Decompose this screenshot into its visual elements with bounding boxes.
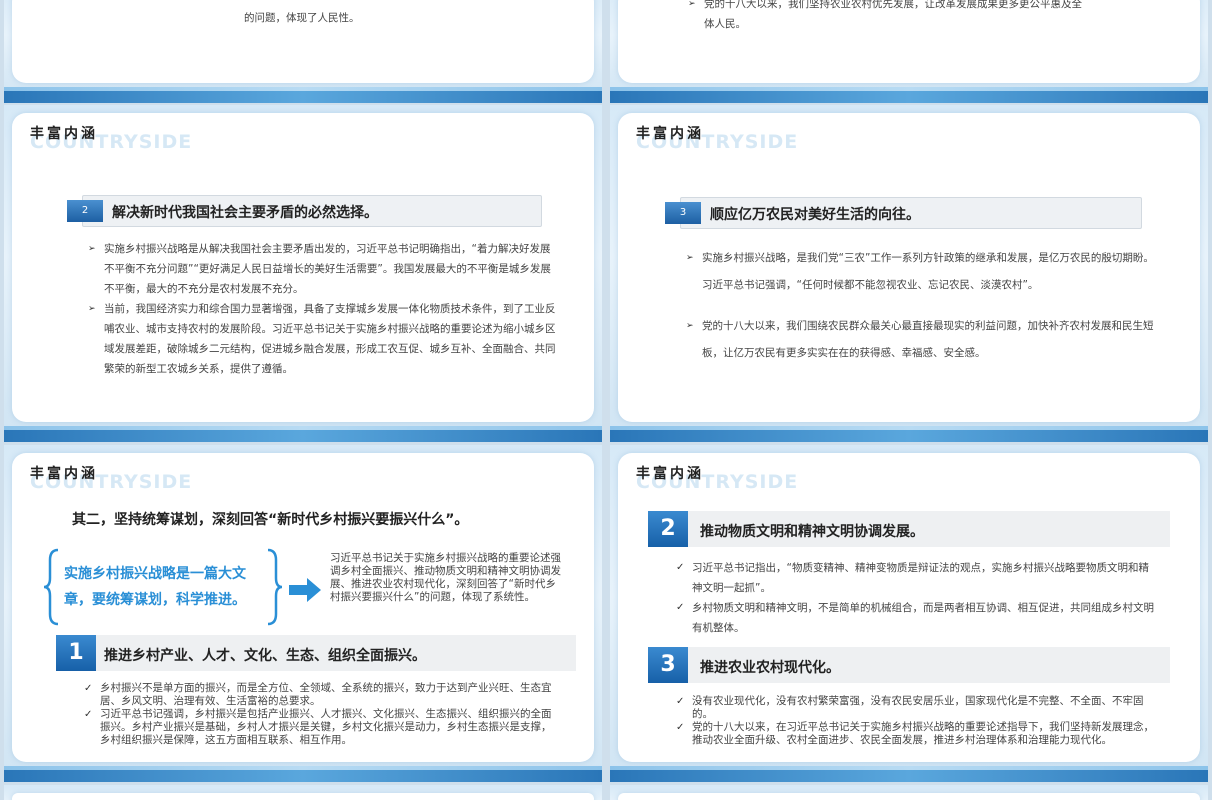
bullet-list: 没有农业现代化，没有农村繁荣富强，没有农民安居乐业，国家现代化是不完整、不全面、…	[676, 695, 1156, 747]
sub-heading-text: 解决新时代我国社会主要矛盾的必然选择。	[112, 205, 378, 221]
section-title: 丰富内涵	[30, 466, 98, 482]
slide-bottom-bar	[4, 426, 602, 442]
bullet-item: 党的十八大以来，我们围绕农民群众最关心最直接最现实的利益问题，加快补齐农村发展和…	[686, 313, 1156, 367]
item-heading-text: 推进乡村产业、人才、文化、生态、组织全面振兴。	[104, 648, 426, 664]
arrow-right-icon	[289, 578, 321, 602]
bullet-item: 乡村振兴不是单方面的振兴，而是全方位、全领域、全系统的振兴，致力于达到产业兴旺、…	[84, 682, 554, 708]
slide-text: 的问题，体现了人民性。	[244, 12, 360, 24]
slide-card	[12, 793, 594, 800]
item-heading-text: 推动物质文明和精神文明协调发展。	[700, 524, 924, 540]
bullet-item: 没有农业现代化，没有农村繁荣富强，没有农民安居乐业，国家现代化是不完整、不全面、…	[676, 695, 1156, 721]
slide-card	[618, 793, 1200, 800]
bullet-item: 乡村物质文明和精神文明，不是简单的机械组合，而是两者相互协调、相互促进，共同组成…	[676, 598, 1156, 638]
slide-top-left: 的问题，体现了人民性。	[4, 0, 602, 103]
slide-bottom-bar	[4, 87, 602, 103]
sub-heading-text: 顺应亿万农民对美好生活的向往。	[710, 207, 920, 223]
slide-mid-right: COUNTRYSIDE 丰富内涵 3 顺应亿万农民对美好生活的向往。 实施乡村振…	[610, 105, 1208, 442]
item-number-badge: 3	[648, 647, 688, 683]
bullet-list: 实施乡村振兴战略是从解决我国社会主要矛盾出发的，习近平总书记明确指出，“着力解决…	[88, 239, 558, 379]
side-text: 习近平总书记关于实施乡村振兴战略的重要论述强调乡村全面振兴、推动物质文明和精神文…	[330, 552, 561, 603]
slide-main-title: 其二，坚持统筹谋划，深刻回答“新时代乡村振兴要振兴什么”。	[72, 512, 469, 528]
section-title: 丰富内涵	[636, 126, 704, 142]
brace-right-icon	[267, 548, 282, 626]
bullet-item: 党的十八大以来，我们坚持农业农村优先发展，让改革发展成果更多更公平惠及全	[688, 0, 1188, 14]
bullet-list: 习近平总书记指出，“物质变精神、精神变物质是辩证法的观点，实施乡村振兴战略要物质…	[676, 558, 1156, 638]
section-title: 丰富内涵	[636, 466, 704, 482]
bullet-item: 党的十八大以来，在习近平总书记关于实施乡村振兴战略的重要论述指导下，我们坚持新发…	[676, 721, 1156, 747]
item-number-badge: 2	[648, 511, 688, 547]
bullet-list: 实施乡村振兴战略，是我们党“三农”工作一系列方针政策的继承和发展，是亿万农民的殷…	[686, 245, 1156, 367]
number-badge: 2	[67, 200, 103, 222]
slide-bottom-bar	[610, 87, 1208, 103]
slide-bottom-bar	[610, 766, 1208, 782]
item-heading-text: 推进农业农村现代化。	[700, 660, 840, 676]
slide-bottom-bar	[610, 426, 1208, 442]
bullet-item: 实施乡村振兴战略，是我们党“三农”工作一系列方针政策的继承和发展，是亿万农民的殷…	[686, 245, 1156, 299]
slide-bullets: 党的十八大以来，我们坚持农业农村优先发展，让改革发展成果更多更公平惠及全 体人民…	[688, 0, 1188, 34]
slide-bot-right: COUNTRYSIDE 丰富内涵 2 推动物质文明和精神文明协调发展。 习近平总…	[610, 445, 1208, 782]
bullet-list: 乡村振兴不是单方面的振兴，而是全方位、全领域、全系统的振兴，致力于达到产业兴旺、…	[84, 682, 554, 747]
slide-top-right: 党的十八大以来，我们坚持农业农村优先发展，让改革发展成果更多更公平惠及全 体人民…	[610, 0, 1208, 103]
bullet-item: 习近平总书记强调，乡村振兴是包括产业振兴、人才振兴、文化振兴、生态振兴、组织振兴…	[84, 708, 554, 747]
slide-bottom-bar	[4, 766, 602, 782]
slide-bot-left: COUNTRYSIDE 丰富内涵 其二，坚持统筹谋划，深刻回答“新时代乡村振兴要…	[4, 445, 602, 782]
section-title: 丰富内涵	[30, 126, 98, 142]
slide-bottom-partial-left	[4, 785, 602, 800]
brace-text: 实施乡村振兴战略是一篇大文章，要统筹谋划，科学推进。	[64, 566, 246, 608]
bullet-item: 当前，我国经济实力和综合国力显著增强，具备了支撑城乡发展一体化物质技术条件，到了…	[88, 299, 558, 379]
slide-mid-left: COUNTRYSIDE 丰富内涵 2 解决新时代我国社会主要矛盾的必然选择。 实…	[4, 105, 602, 442]
bullet-item: 习近平总书记指出，“物质变精神、精神变物质是辩证法的观点，实施乡村振兴战略要物质…	[676, 558, 1156, 598]
item-number-badge: 1	[56, 635, 96, 671]
brace-left-icon	[44, 548, 59, 626]
bullet-item-cont: 体人民。	[704, 18, 746, 30]
bullet-item: 实施乡村振兴战略是从解决我国社会主要矛盾出发的，习近平总书记明确指出，“着力解决…	[88, 239, 558, 299]
slide-bottom-partial-right	[610, 785, 1208, 800]
number-badge: 3	[665, 202, 701, 224]
